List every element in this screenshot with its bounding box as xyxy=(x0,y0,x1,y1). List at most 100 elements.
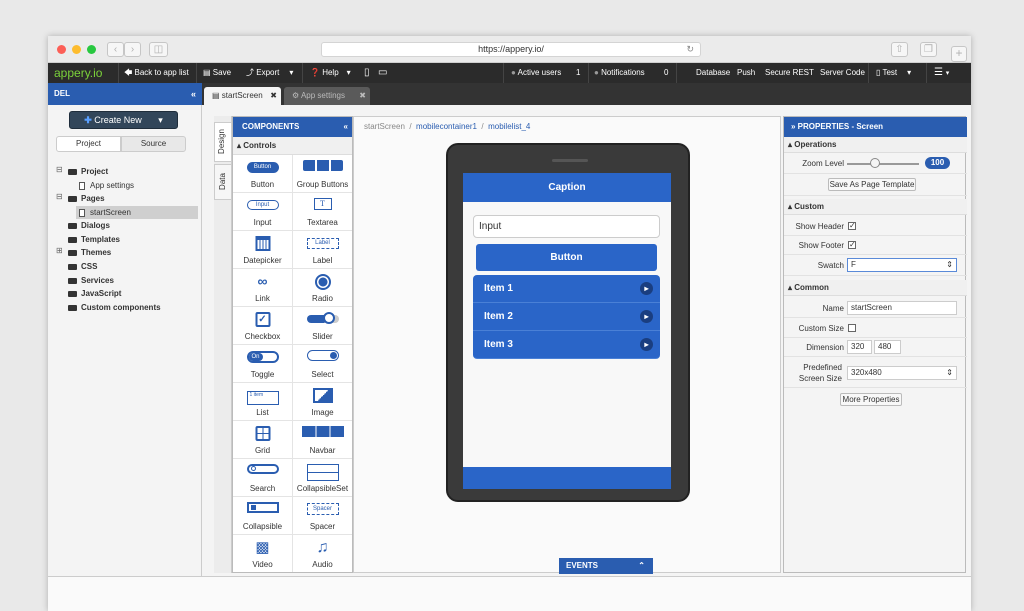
push-button[interactable]: Push xyxy=(737,63,755,83)
tree-dialogs[interactable]: Dialogs xyxy=(68,219,110,232)
tree-services[interactable]: Services xyxy=(68,274,114,287)
component-spacer[interactable]: Spacer Spacer xyxy=(293,497,352,535)
breadcrumb-root[interactable]: startScreen xyxy=(364,122,405,131)
component-label[interactable]: Label Label xyxy=(293,231,352,269)
close-window-dot[interactable] xyxy=(57,45,66,54)
tab-start-screen[interactable]: ▤ startScreen ✖ xyxy=(204,87,281,105)
custom-section[interactable]: ▴ Custom xyxy=(784,199,967,215)
help-button[interactable]: ❓ Help ▾ xyxy=(310,63,351,83)
component-collapsibleset[interactable]: CollapsibleSet xyxy=(293,459,352,497)
share-icon[interactable]: ⇧ xyxy=(891,42,908,57)
more-properties-button[interactable]: More Properties xyxy=(840,393,902,406)
mobile-preview-icon[interactable]: ▯ xyxy=(364,63,370,83)
tree-templates[interactable]: Templates xyxy=(68,233,120,246)
component-link[interactable]: ∞ Link xyxy=(233,269,293,307)
collapse-icon[interactable]: « xyxy=(344,117,348,137)
active-users[interactable]: ● Active users xyxy=(511,63,561,83)
save-button[interactable]: ▤ Save xyxy=(203,63,231,83)
show-footer-checkbox[interactable]: ✓ xyxy=(848,241,856,249)
menu-icon[interactable]: ☰ ▾ xyxy=(934,63,949,83)
close-tab-icon[interactable]: ✖ xyxy=(270,87,277,105)
tablet-preview-icon[interactable]: ▭ xyxy=(378,63,387,83)
component-toggle[interactable]: On Toggle xyxy=(233,345,293,383)
operations-section[interactable]: ▴ Operations xyxy=(784,137,967,153)
swatch-select[interactable]: F ⇕ xyxy=(847,258,957,272)
tree-app-settings[interactable]: App settings xyxy=(79,179,134,192)
secure-rest-button[interactable]: Secure REST xyxy=(765,63,814,83)
component-group-buttons[interactable]: Group Buttons xyxy=(293,155,352,193)
tree-project[interactable]: Project xyxy=(68,165,108,178)
screen-input[interactable]: Input xyxy=(473,215,660,238)
list-item[interactable]: Item 3 ▸ xyxy=(473,331,660,359)
component-collapsible[interactable]: Collapsible xyxy=(233,497,293,535)
component-navbar[interactable]: Navbar xyxy=(293,421,352,459)
reload-icon[interactable]: ↻ xyxy=(686,43,694,56)
component-radio[interactable]: Radio xyxy=(293,269,352,307)
create-new-button[interactable]: ✚ Create New ▾ xyxy=(69,111,178,129)
component-datepicker[interactable]: Datepicker xyxy=(233,231,293,269)
screen-footer[interactable] xyxy=(463,467,671,489)
back-icon[interactable]: ‹ xyxy=(107,42,124,57)
zoom-slider[interactable] xyxy=(847,163,919,165)
test-button[interactable]: ▯ Test ▾ xyxy=(876,63,911,83)
tree-start-screen[interactable]: startScreen xyxy=(76,206,198,219)
component-audio[interactable]: ♫ Audio xyxy=(293,535,352,572)
common-section[interactable]: ▴ Common xyxy=(784,280,967,296)
component-search[interactable]: Search xyxy=(233,459,293,497)
component-textarea[interactable]: T Textarea xyxy=(293,193,352,231)
component-button[interactable]: Button Button xyxy=(233,155,293,193)
tree-css[interactable]: CSS xyxy=(68,260,97,273)
screen-button[interactable]: Button xyxy=(476,244,657,271)
zoom-slider-handle[interactable] xyxy=(870,158,880,168)
tree-themes[interactable]: Themes xyxy=(68,246,111,259)
name-input[interactable]: startScreen xyxy=(847,301,957,315)
tree-pages[interactable]: Pages xyxy=(68,192,105,205)
show-header-checkbox[interactable]: ✓ xyxy=(848,222,856,230)
database-button[interactable]: Database xyxy=(696,63,730,83)
dimension-height-input[interactable]: 480 xyxy=(874,340,901,354)
collapse-right-icon[interactable]: » xyxy=(791,122,798,131)
tab-source[interactable]: Source xyxy=(121,136,186,152)
sidebar-toggle-icon[interactable]: ◫ xyxy=(149,42,168,57)
tree-javascript[interactable]: JavaScript xyxy=(68,287,121,300)
zoom-window-dot[interactable] xyxy=(87,45,96,54)
collapse-left-icon[interactable]: « xyxy=(191,83,196,105)
custom-size-checkbox[interactable] xyxy=(848,324,856,332)
server-code-button[interactable]: Server Code xyxy=(820,63,865,83)
address-bar[interactable]: https://appery.io/ ↻ xyxy=(321,42,701,57)
save-as-page-template-button[interactable]: Save As Page Template xyxy=(828,178,916,191)
events-panel-toggle[interactable]: EVENTS ⌃ xyxy=(559,558,653,574)
tab-data[interactable]: Data xyxy=(214,164,232,200)
component-select[interactable]: Select xyxy=(293,345,352,383)
component-slider[interactable]: Slider xyxy=(293,307,352,345)
forward-icon[interactable]: › xyxy=(124,42,141,57)
tabs-icon[interactable]: ❐ xyxy=(920,42,937,57)
controls-section-header[interactable]: ▴ Controls xyxy=(233,137,352,155)
list-item[interactable]: Item 2 ▸ xyxy=(473,303,660,331)
notifications[interactable]: ● Notifications xyxy=(594,63,645,83)
component-list[interactable]: 1 item List xyxy=(233,383,293,421)
tree-custom-components[interactable]: Custom components xyxy=(68,301,161,314)
expand-icon[interactable]: ⊟ xyxy=(56,165,63,174)
expand-icon[interactable]: ⊞ xyxy=(56,246,63,255)
back-to-app-list-button[interactable]: 🡄 Back to app list xyxy=(124,63,189,83)
component-image[interactable]: Image xyxy=(293,383,352,421)
minimize-window-dot[interactable] xyxy=(72,45,81,54)
export-button[interactable]: ⤴ Export ▾ xyxy=(246,63,293,83)
component-checkbox[interactable]: ✓ Checkbox xyxy=(233,307,293,345)
tab-app-settings[interactable]: ⚙ App settings ✖ xyxy=(284,87,370,105)
new-tab-icon[interactable]: + xyxy=(951,46,967,62)
component-video[interactable]: ▩ Video xyxy=(233,535,293,572)
component-input[interactable]: Input Input xyxy=(233,193,293,231)
tab-project[interactable]: Project xyxy=(56,136,121,152)
screen-header[interactable]: Caption xyxy=(463,173,671,202)
close-tab-icon[interactable]: ✖ xyxy=(359,87,366,105)
tab-design[interactable]: Design xyxy=(214,122,232,162)
expand-icon[interactable]: ⊟ xyxy=(56,192,63,201)
breadcrumb-list[interactable]: mobilelist_4 xyxy=(488,122,530,131)
component-grid[interactable]: Grid xyxy=(233,421,293,459)
predefined-size-select[interactable]: 320x480 ⇕ xyxy=(847,366,957,380)
list-item[interactable]: Item 1 ▸ xyxy=(473,275,660,303)
dimension-width-input[interactable]: 320 xyxy=(847,340,872,354)
breadcrumb-container[interactable]: mobilecontainer1 xyxy=(416,122,477,131)
